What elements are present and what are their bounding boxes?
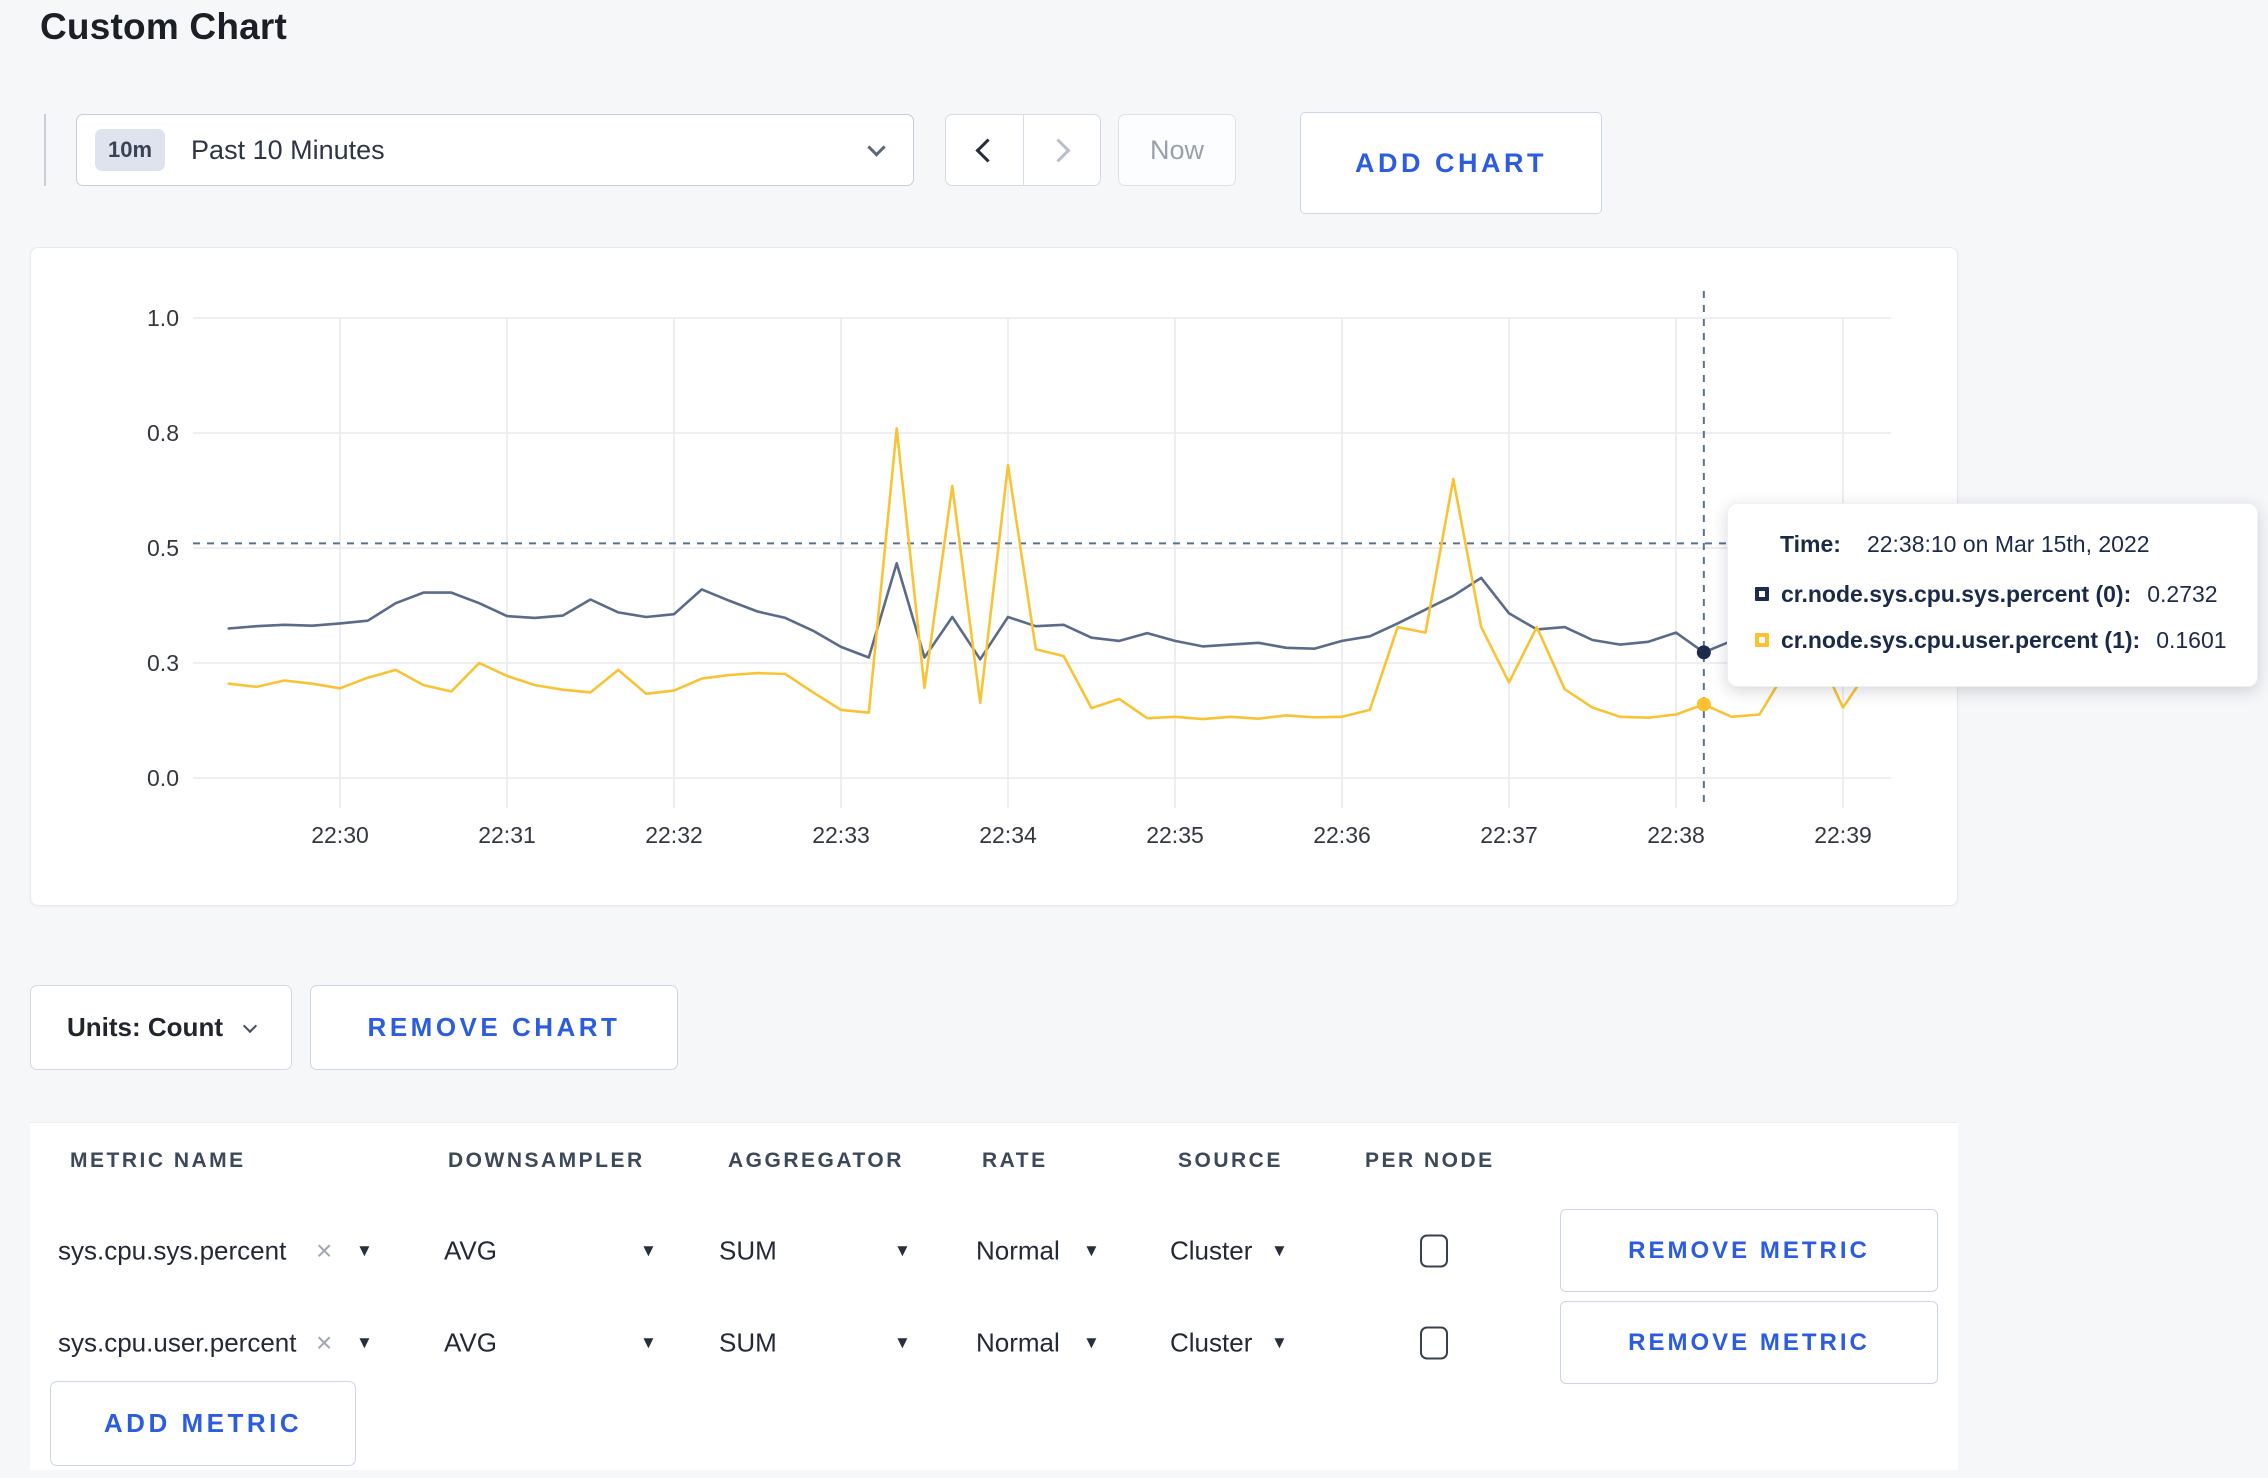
prev-range-button[interactable] [946, 115, 1024, 185]
add-chart-button[interactable]: ADD CHART [1300, 112, 1602, 214]
rate-select[interactable]: Normal [976, 1328, 1060, 1359]
column-header: DOWNSAMPLER [448, 1149, 645, 1172]
page-title: Custom Chart [40, 6, 288, 47]
caret-down-icon[interactable]: ▼ [640, 1241, 657, 1261]
svg-text:22:37: 22:37 [1480, 822, 1538, 848]
tooltip-series-row: cr.node.sys.cpu.sys.percent (0): 0.2732 [1755, 580, 2218, 607]
caret-down-icon[interactable]: ▼ [356, 1333, 373, 1353]
column-header: METRIC NAME [70, 1149, 246, 1172]
series-value: 0.1601 [2156, 626, 2227, 653]
caret-down-icon[interactable]: ▼ [1271, 1241, 1288, 1261]
caret-down-icon[interactable]: ▼ [640, 1333, 657, 1353]
svg-text:0.5: 0.5 [147, 535, 179, 561]
add-metric-button[interactable]: ADD METRIC [50, 1381, 356, 1466]
source-select[interactable]: Cluster [1170, 1236, 1252, 1267]
remove-metric-button[interactable]: REMOVE METRIC [1560, 1209, 1938, 1292]
source-select[interactable]: Cluster [1170, 1328, 1252, 1359]
chevron-left-icon [975, 137, 1000, 163]
rate-select[interactable]: Normal [976, 1236, 1060, 1267]
series-value: 0.2732 [2147, 580, 2218, 607]
caret-down-icon[interactable]: ▼ [356, 1241, 373, 1261]
metric-row: sys.cpu.sys.percent × ▼ AVG ▼ SUM ▼ Normal ▼ Clus… [30, 1205, 1958, 1297]
svg-text:0.0: 0.0 [147, 765, 179, 791]
aggregator-select[interactable]: SUM [719, 1328, 777, 1359]
downsampler-select[interactable]: AVG [444, 1328, 497, 1359]
metric-row: sys.cpu.user.percent × ▼ AVG ▼ SUM ▼ Normal ▼ Clu… [30, 1297, 1958, 1389]
series-swatch-icon [1755, 633, 1769, 647]
column-header: RATE [982, 1149, 1048, 1172]
now-button[interactable]: Now [1118, 114, 1236, 186]
remove-metric-x-icon[interactable]: × [316, 1327, 332, 1359]
svg-text:22:39: 22:39 [1814, 822, 1872, 848]
svg-text:1.0: 1.0 [147, 305, 179, 331]
column-header: PER NODE [1365, 1149, 1495, 1172]
chevron-down-icon [242, 1018, 258, 1033]
tooltip-time-row: Time: 22:38:10 on Mar 15th, 2022 [1780, 531, 2150, 558]
time-range-dropdown[interactable]: 10m Past 10 Minutes [76, 114, 914, 186]
time-window-badge: 10m [95, 129, 166, 171]
svg-text:22:33: 22:33 [812, 822, 870, 848]
per-node-checkbox[interactable] [1420, 1234, 1448, 1268]
per-node-checkbox[interactable] [1420, 1326, 1448, 1360]
column-header: AGGREGATOR [728, 1149, 904, 1172]
chart-card: 0.0 0.3 0.5 0.8 1.0 22:30 22:31 22:32 22:33 22:34… [30, 247, 1958, 906]
svg-text:22:38: 22:38 [1647, 822, 1705, 848]
metric-name-select[interactable]: sys.cpu.sys.percent [58, 1236, 286, 1267]
svg-text:0.8: 0.8 [147, 420, 179, 446]
caret-down-icon[interactable]: ▼ [894, 1241, 911, 1261]
tooltip-time-value: 22:38:10 on Mar 15th, 2022 [1866, 531, 2150, 557]
remove-metric-button[interactable]: REMOVE METRIC [1560, 1301, 1938, 1384]
svg-text:22:36: 22:36 [1313, 822, 1371, 848]
remove-chart-button[interactable]: REMOVE CHART [310, 985, 678, 1070]
tooltip-series-row: cr.node.sys.cpu.user.percent (1): 0.1601 [1755, 626, 2227, 653]
custom-chart-page: Custom Chart 10m Past 10 Minutes Now ADD… [0, 0, 2268, 1478]
svg-text:22:35: 22:35 [1146, 822, 1204, 848]
caret-down-icon[interactable]: ▼ [1083, 1241, 1100, 1261]
series-swatch-icon [1755, 587, 1769, 601]
svg-text:22:34: 22:34 [979, 822, 1037, 848]
next-range-button[interactable] [1024, 115, 1101, 185]
remove-metric-x-icon[interactable]: × [316, 1235, 332, 1267]
svg-text:22:30: 22:30 [311, 822, 369, 848]
svg-text:0.3: 0.3 [147, 650, 179, 676]
caret-down-icon[interactable]: ▼ [1083, 1333, 1100, 1353]
column-header: SOURCE [1178, 1149, 1283, 1172]
units-label: Units: Count [67, 1012, 223, 1042]
time-window-label: Past 10 Minutes [191, 134, 385, 165]
aggregator-select[interactable]: SUM [719, 1236, 777, 1267]
time-pager [945, 114, 1101, 186]
chevron-right-icon [1046, 137, 1071, 163]
series-name: cr.node.sys.cpu.user.percent (1): [1781, 626, 2141, 653]
tooltip-time-label: Time: [1780, 531, 1841, 557]
downsampler-select[interactable]: AVG [444, 1236, 497, 1267]
series-name: cr.node.sys.cpu.sys.percent (0): [1781, 580, 2132, 607]
units-dropdown[interactable]: Units: Count [30, 985, 292, 1070]
caret-down-icon[interactable]: ▼ [894, 1333, 911, 1353]
chart-tooltip: Time: 22:38:10 on Mar 15th, 2022 cr.node.… [1727, 503, 2258, 687]
caret-down-icon[interactable]: ▼ [1271, 1333, 1288, 1353]
svg-text:22:32: 22:32 [645, 822, 703, 848]
svg-text:22:31: 22:31 [478, 822, 536, 848]
toolbar-left-rule [44, 114, 46, 186]
metric-name-select[interactable]: sys.cpu.user.percent [58, 1328, 296, 1359]
chevron-down-icon [867, 137, 886, 157]
